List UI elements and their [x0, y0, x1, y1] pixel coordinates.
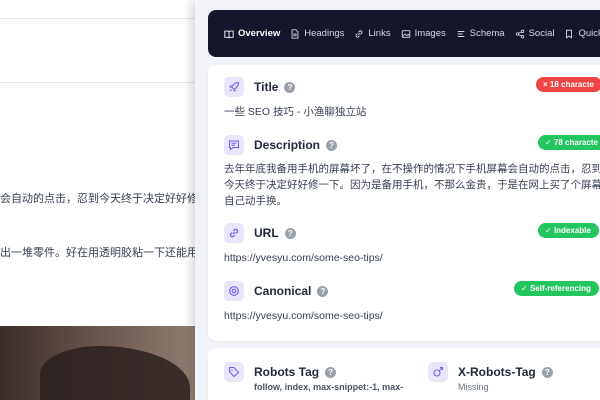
section-heading: URL? — [254, 226, 296, 240]
tab-label: Quick Links — [578, 28, 600, 39]
image-icon — [401, 29, 410, 38]
tab-label: Images — [414, 28, 446, 39]
gender-icon — [428, 362, 448, 382]
url-value: https://yvesyu.com/some-seo-tips/ — [224, 252, 383, 264]
title-section: Title? × 18 characte 一些 SEO 技巧 - 小渔聊独立站 — [224, 77, 600, 122]
list-icon — [457, 30, 465, 37]
message-icon — [224, 135, 244, 155]
help-icon[interactable]: ? — [284, 82, 296, 93]
description-value: 去年年底我备用手机的屏幕坏了，在不操作的情况下手机屏幕会自动的点击，忍到今天终于… — [224, 163, 600, 207]
canonical-value: https://yvesyu.com/some-seo-tips/ — [224, 310, 383, 322]
section-heading: X-Robots-Tag? — [458, 365, 553, 379]
tab-navigation: Overview Headings Links Images Schema So… — [208, 10, 600, 57]
section-heading: Title? — [254, 80, 296, 94]
x-robots-tag-value: Missing — [458, 382, 489, 392]
tab-images[interactable]: Images — [401, 28, 446, 39]
help-icon[interactable]: ? — [325, 367, 337, 378]
status-badge: ✓ Self-referencing — [514, 281, 599, 296]
help-icon[interactable]: ? — [541, 367, 553, 378]
tab-label: Headings — [304, 28, 345, 39]
tab-schema[interactable]: Schema — [456, 28, 505, 39]
link-icon — [224, 223, 244, 243]
tab-social[interactable]: Social — [515, 28, 555, 39]
bookmark-icon — [566, 29, 573, 39]
url-section: URL? ✓ Indexable https://yvesyu.com/some… — [224, 223, 600, 268]
tab-links[interactable]: Links — [354, 28, 391, 39]
help-icon[interactable]: ? — [284, 228, 296, 239]
target-icon — [224, 281, 244, 301]
document-icon — [291, 28, 299, 39]
link-icon — [356, 29, 363, 38]
book-icon — [224, 30, 234, 38]
help-icon[interactable]: ? — [317, 286, 329, 297]
share-icon — [515, 29, 524, 38]
tab-label: Social — [528, 28, 555, 39]
rocket-icon — [224, 77, 244, 97]
status-badge: ✓ Indexable — [538, 223, 599, 238]
tag-icon — [224, 362, 244, 382]
section-heading: Description? — [254, 138, 338, 152]
overview-card: Title? × 18 characte 一些 SEO 技巧 - 小渔聊独立站 … — [208, 65, 600, 341]
tab-label: Schema — [469, 28, 505, 39]
title-value: 一些 SEO 技巧 - 小渔聊独立站 — [224, 106, 367, 118]
canonical-section: Canonical? ✓ Self-referencing https://yv… — [224, 281, 600, 326]
tab-headings[interactable]: Headings — [290, 28, 344, 39]
section-heading: Canonical? — [254, 284, 329, 298]
description-section: Description? ✓ 78 characte 去年年底我备用手机的屏幕坏… — [224, 135, 600, 207]
section-heading: Robots Tag? — [254, 365, 337, 379]
seo-extension-panel: Overview Headings Links Images Schema So… — [195, 0, 600, 400]
tab-label: Overview — [238, 28, 281, 39]
x-robots-tag-section: X-Robots-Tag? Missing — [428, 362, 600, 400]
help-icon[interactable]: ? — [326, 140, 338, 151]
robots-card: Robots Tag? follow, index, max-snippet:-… — [208, 348, 600, 400]
tab-label: Links — [368, 28, 391, 39]
robots-tag-value: follow, index, max-snippet:-1, max- — [254, 382, 404, 392]
tab-quick-links[interactable]: Quick Links — [564, 28, 600, 39]
robots-tag-section: Robots Tag? follow, index, max-snippet:-… — [224, 362, 414, 400]
status-badge: × 18 characte — [536, 77, 600, 92]
tab-overview[interactable]: Overview — [224, 28, 280, 39]
article-text-line: 会自动的点击，忍到今天终于决定好好修一下 — [0, 193, 220, 205]
status-badge: ✓ 78 characte — [538, 135, 600, 150]
article-text-line: 出一堆零件。好在用透明胶粘一下还能用，再 — [0, 247, 220, 259]
